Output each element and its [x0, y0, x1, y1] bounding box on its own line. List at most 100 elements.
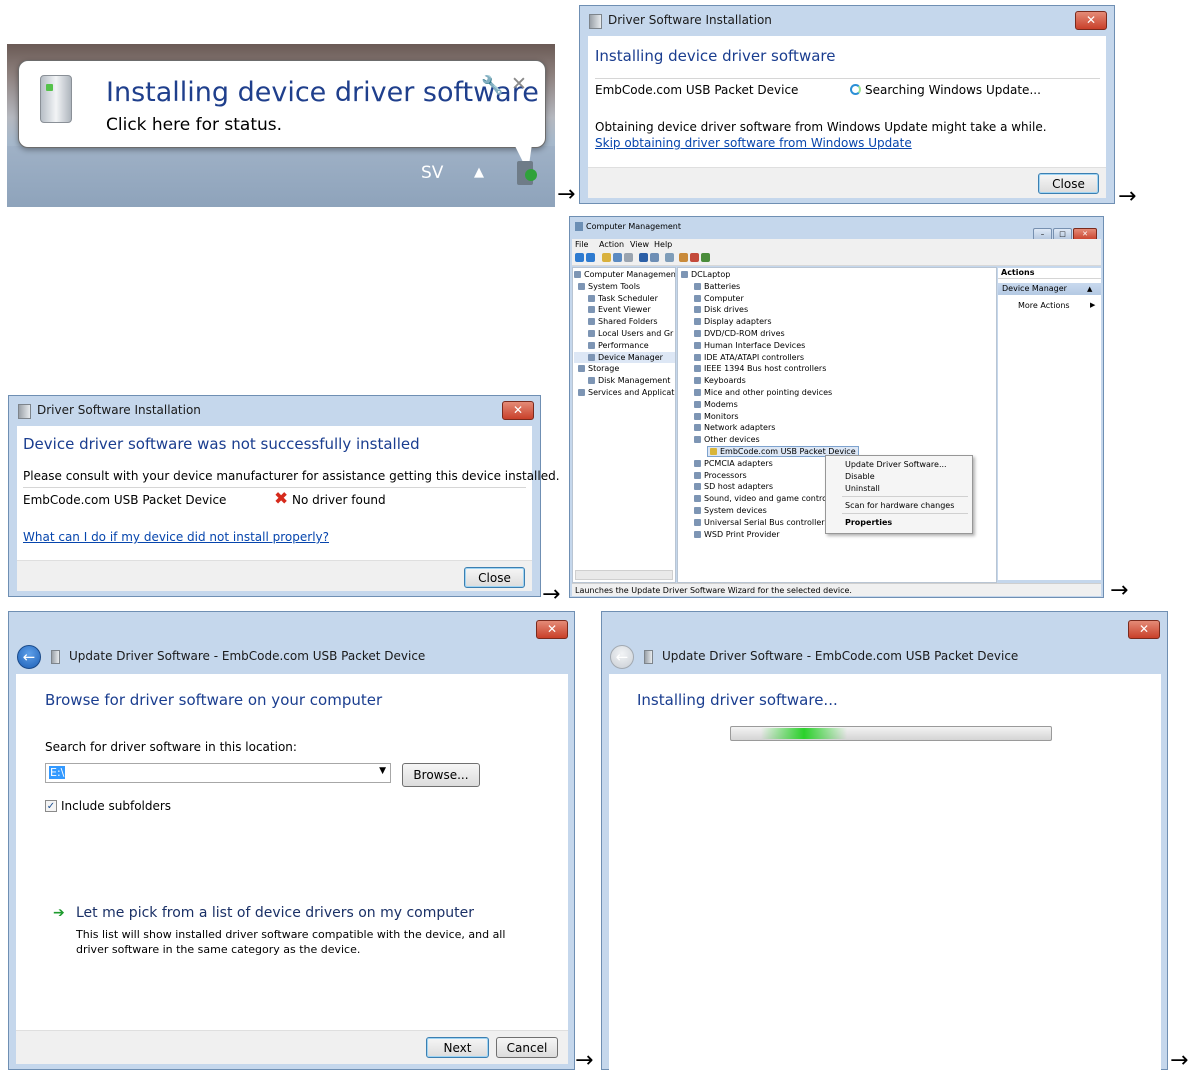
device-icon [51, 650, 60, 664]
folder-icon[interactable] [602, 253, 611, 262]
more-actions-link[interactable]: More Actions [1018, 301, 1070, 310]
notification-area-screenshot: Installing device driver software Click … [7, 44, 555, 207]
tree-item[interactable]: Performance [574, 340, 675, 352]
tree-item[interactable]: IEEE 1394 Bus host controllers [681, 363, 859, 375]
titlebar[interactable]: Driver Software Installation ✕ [9, 396, 540, 426]
balloon-subtitle[interactable]: Click here for status. [106, 115, 282, 135]
back-arrow-icon[interactable] [575, 253, 584, 262]
dialog-heading: Installing device driver software [595, 47, 836, 65]
system-devices-icon [694, 506, 701, 514]
horizontal-scrollbar[interactable] [575, 570, 673, 580]
properties-icon[interactable] [624, 253, 633, 262]
device-install-tray-icon[interactable] [517, 161, 537, 185]
printer-icon [694, 530, 701, 538]
tree-item[interactable]: Computer Management [574, 269, 675, 281]
tree-item-device-manager[interactable]: Device Manager [574, 351, 675, 364]
scan-icon[interactable] [665, 253, 674, 262]
cancel-button[interactable]: Cancel [496, 1037, 558, 1058]
installing-wizard-window: ✕ ← Update Driver Software - EmbCode.com… [601, 611, 1168, 1071]
tree-item[interactable]: Task Scheduler [574, 293, 675, 305]
tree-item[interactable]: Computer [681, 293, 859, 305]
tree-item[interactable]: DVD/CD-ROM drives [681, 328, 859, 340]
menu-action[interactable]: Action [599, 240, 624, 249]
tree-item[interactable]: Display adapters [681, 316, 859, 328]
flow-arrow: → [1170, 1048, 1189, 1073]
tree-item[interactable]: Keyboards [681, 375, 859, 387]
wrench-icon[interactable]: 🔧 [481, 75, 503, 96]
disable-icon[interactable] [690, 253, 699, 262]
tree-item[interactable]: Mice and other pointing devices [681, 387, 859, 399]
tree-item[interactable]: Disk Management [574, 375, 675, 387]
tree-item[interactable]: Shared Folders [574, 316, 675, 328]
close-window-button[interactable]: ✕ [1128, 620, 1160, 639]
tree-item[interactable]: Storage [574, 363, 675, 375]
tree-item[interactable]: Batteries [681, 281, 859, 293]
help-icon[interactable] [639, 253, 648, 262]
close-window-button[interactable]: ✕ [502, 401, 534, 420]
dropdown-arrow-icon[interactable]: ▼ [379, 766, 386, 776]
pick-driver-link[interactable]: Let me pick from a list of device driver… [76, 905, 474, 921]
device-name: EmbCode.com USB Packet Device [595, 83, 799, 97]
dialog-content: Installing device driver software EmbCod… [588, 36, 1106, 167]
tree-item[interactable]: Network adapters [681, 422, 859, 434]
menu-scan-hardware[interactable]: Scan for hardware changes [845, 501, 954, 510]
collapse-icon[interactable]: ▲ [1087, 285, 1092, 293]
language-indicator[interactable]: SV [421, 163, 443, 183]
close-icon[interactable]: ✕ [511, 73, 527, 95]
titlebar[interactable]: Driver Software Installation ✕ [580, 6, 1114, 36]
back-button[interactable]: ← [17, 645, 41, 669]
include-subfolders-checkbox[interactable]: ✓ [45, 800, 57, 812]
tree-item[interactable]: Modems [681, 399, 859, 411]
menu-view[interactable]: View [630, 240, 649, 249]
console-tree: Computer Management System Tools Task Sc… [574, 269, 675, 399]
enable-icon[interactable] [701, 253, 710, 262]
tree-item[interactable]: System Tools [574, 281, 675, 293]
flow-arrow: → [542, 582, 561, 607]
skip-windows-update-link[interactable]: Skip obtaining driver software from Wind… [595, 136, 912, 150]
tree-item[interactable]: IDE ATA/ATAPI controllers [681, 352, 859, 364]
menu-file[interactable]: File [575, 240, 588, 249]
search-location-combobox[interactable]: E:\ ▼ [45, 763, 391, 783]
tree-item[interactable]: Local Users and Gr [574, 328, 675, 340]
close-window-button[interactable]: ✕ [536, 620, 568, 639]
tree-item[interactable]: DCLaptop [681, 269, 859, 281]
include-subfolders-label[interactable]: Include subfolders [61, 799, 171, 813]
device-manager-icon [588, 353, 595, 361]
context-menu: Update Driver Software... Disable Uninst… [825, 455, 973, 534]
browse-wizard-window: ✕ ← Update Driver Software - EmbCode.com… [8, 611, 575, 1070]
tree-item[interactable]: Event Viewer [574, 304, 675, 316]
toolbar [572, 251, 1101, 266]
show-hidden-icons-button[interactable]: ▲ [474, 165, 484, 180]
help-link[interactable]: What can I do if my device did not insta… [23, 530, 329, 544]
menu-update-driver[interactable]: Update Driver Software... [845, 460, 947, 469]
forward-arrow-icon[interactable] [586, 253, 595, 262]
flow-arrow: → [1118, 184, 1137, 209]
device-name: EmbCode.com USB Packet Device [23, 493, 227, 507]
actions-device-manager[interactable]: Device Manager [998, 283, 1101, 295]
pcmcia-icon [694, 459, 701, 467]
next-button[interactable]: Next [426, 1037, 489, 1058]
menu-help[interactable]: Help [654, 240, 672, 249]
tree-item[interactable]: Other devices [681, 434, 859, 446]
tree-item[interactable]: Human Interface Devices [681, 340, 859, 352]
ieee1394-icon [694, 365, 701, 373]
menu-disable[interactable]: Disable [845, 472, 875, 481]
tree-item[interactable]: Services and Applicat [574, 387, 675, 399]
actions-header: Actions [998, 268, 1101, 279]
console-tree-icon[interactable] [613, 253, 622, 262]
disk-icon [588, 377, 595, 385]
view-icon[interactable] [650, 253, 659, 262]
update-icon[interactable] [679, 253, 688, 262]
modem-icon [694, 400, 701, 408]
sd-host-icon [694, 483, 701, 491]
close-button[interactable]: Close [464, 567, 525, 588]
menu-properties[interactable]: Properties [845, 518, 892, 527]
close-button[interactable]: Close [1038, 173, 1099, 194]
tree-item[interactable]: Monitors [681, 411, 859, 423]
tree-item[interactable]: Disk drives [681, 304, 859, 316]
browse-button[interactable]: Browse... [402, 763, 480, 787]
wizard-heading: Browse for driver software on your compu… [45, 691, 383, 709]
close-window-button[interactable]: ✕ [1075, 11, 1107, 30]
notification-balloon[interactable]: Installing device driver software Click … [18, 60, 546, 148]
menu-uninstall[interactable]: Uninstall [845, 484, 880, 493]
